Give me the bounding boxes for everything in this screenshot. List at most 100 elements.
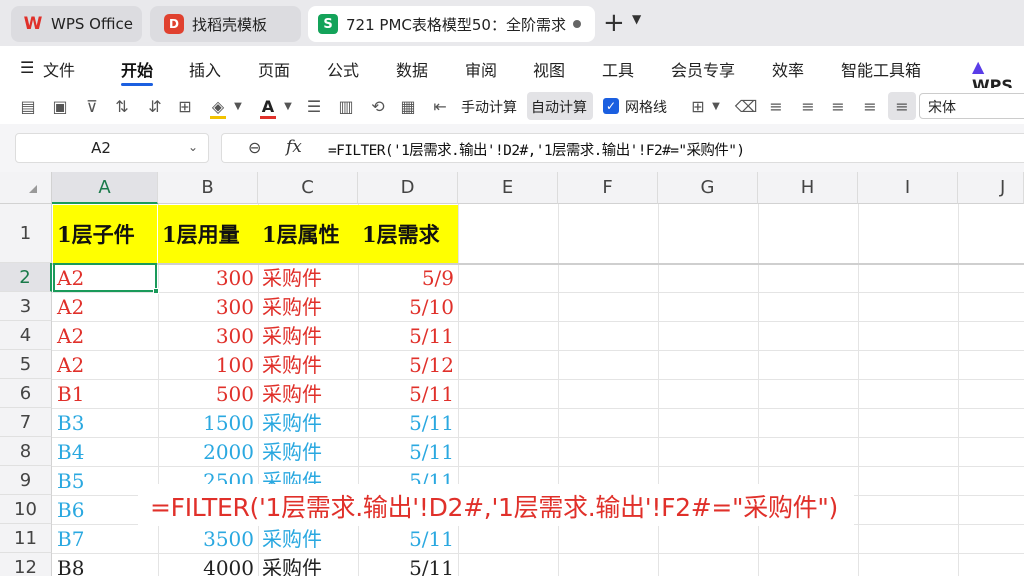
align-center-icon[interactable]: ≡ (828, 96, 848, 116)
cell-c3[interactable]: 采购件 (258, 294, 358, 321)
tab-wps-office[interactable]: W WPS Office (11, 6, 142, 42)
cell-b6[interactable]: 500 (158, 381, 258, 408)
font-color-icon[interactable]: A (258, 96, 278, 116)
menu-tools[interactable]: 工具 (602, 57, 634, 81)
cell-b2[interactable]: 300 (158, 265, 258, 292)
refresh-icon[interactable]: ⟲ (368, 96, 388, 116)
row-header-4[interactable]: 4 (0, 321, 52, 350)
cell-c6[interactable]: 采购件 (258, 381, 358, 408)
column-header-g[interactable]: G (658, 172, 758, 204)
sort-desc-icon[interactable]: ⇵ (145, 96, 165, 116)
manual-calc-button[interactable]: 手动计算 (461, 97, 517, 117)
row-header-10[interactable]: 10 (0, 495, 52, 524)
tab-active-spreadsheet[interactable]: S 721 PMC表格模型50：全阶需求计算 (308, 6, 595, 42)
menu-member[interactable]: 会员专享 (671, 57, 735, 81)
cell-d8[interactable]: 5/11 (358, 439, 458, 466)
menu-hamburger-icon[interactable]: ☰ (20, 58, 34, 77)
cell-c4[interactable]: 采购件 (258, 323, 358, 350)
columns-icon[interactable]: ▥ (336, 96, 356, 116)
cell-a11[interactable]: B7 (53, 526, 158, 553)
column-header-a[interactable]: A (52, 172, 158, 204)
row-header-7[interactable]: 7 (0, 408, 52, 437)
column-header-i[interactable]: I (858, 172, 958, 204)
column-header-c[interactable]: C (258, 172, 358, 204)
format-icon[interactable]: ☰ (304, 96, 324, 116)
row-header-8[interactable]: 8 (0, 437, 52, 466)
menu-insert[interactable]: 插入 (189, 57, 221, 81)
cell-d2[interactable]: 5/9 (358, 265, 458, 292)
menu-smart-toolbox[interactable]: 智能工具箱 (841, 57, 921, 81)
menu-page[interactable]: 页面 (258, 57, 290, 81)
row-header-11[interactable]: 11 (0, 524, 52, 553)
column-header-f[interactable]: F (558, 172, 658, 204)
cell-d11[interactable]: 5/11 (358, 526, 458, 553)
cell-d12[interactable]: 5/11 (358, 555, 458, 576)
cell-a12[interactable]: B8 (53, 555, 158, 576)
cell-d4[interactable]: 5/11 (358, 323, 458, 350)
chevron-down-icon[interactable]: ▼ (706, 96, 726, 116)
unsaved-dot-icon[interactable] (573, 20, 581, 28)
gridlines-checkbox[interactable]: ✓ (603, 98, 619, 114)
menu-view[interactable]: 视图 (533, 57, 565, 81)
cell-a5[interactable]: A2 (53, 352, 158, 379)
cell-a3[interactable]: A2 (53, 294, 158, 321)
cell-c11[interactable]: 采购件 (258, 526, 358, 553)
zoom-search-icon[interactable]: ⊖ (248, 138, 261, 157)
new-tab-plus-icon[interactable]: + (603, 8, 625, 38)
column-header-d[interactable]: D (358, 172, 458, 204)
fill-color-icon[interactable]: ◈ (208, 96, 228, 116)
borders-icon[interactable]: ⊞ (175, 96, 195, 116)
cell-b3[interactable]: 300 (158, 294, 258, 321)
fill-handle[interactable] (153, 288, 159, 294)
chevron-down-icon[interactable]: ⌄ (188, 140, 198, 154)
row-header-6[interactable]: 6 (0, 379, 52, 408)
auto-calc-button[interactable]: 自动计算 (531, 97, 587, 117)
tab-daoke-templates[interactable]: D 找稻壳模板 (150, 6, 301, 42)
column-header-b[interactable]: B (158, 172, 258, 204)
menu-home[interactable]: 开始 (121, 57, 153, 81)
menu-efficiency[interactable]: 效率 (772, 57, 804, 81)
cell-b8[interactable]: 2000 (158, 439, 258, 466)
menu-formula[interactable]: 公式 (327, 57, 359, 81)
formula-text[interactable]: =FILTER('1层需求.输出'!D2#,'1层需求.输出'!F2#="采购件… (328, 139, 745, 160)
name-box[interactable]: A2 ⌄ (15, 133, 209, 163)
table-icon[interactable]: ▦ (398, 96, 418, 116)
formula-input[interactable]: ⊖ fx =FILTER('1层需求.输出'!D2#,'1层需求.输出'!F2#… (221, 133, 1024, 163)
cell-a1[interactable]: 1层子件 (53, 205, 157, 263)
cell-b5[interactable]: 100 (158, 352, 258, 379)
row-header-12[interactable]: 12 (0, 553, 52, 576)
row-header-3[interactable]: 3 (0, 292, 52, 321)
align-left-icon[interactable]: ≡ (798, 96, 818, 116)
paste-values-icon[interactable]: ▤ (18, 96, 38, 116)
cell-b12[interactable]: 4000 (158, 555, 258, 576)
align-right-icon[interactable]: ≡ (860, 96, 880, 116)
cell-c12[interactable]: 采购件 (258, 555, 358, 576)
cell-b1[interactable]: 1层用量 (158, 205, 258, 263)
column-header-j[interactable]: J (958, 172, 1024, 204)
row-header-1[interactable]: 1 (0, 204, 52, 263)
row-header-9[interactable]: 9 (0, 466, 52, 495)
cell-c2[interactable]: 采购件 (258, 265, 358, 292)
fx-icon[interactable]: fx (286, 137, 302, 157)
font-select[interactable]: 宋体 (919, 93, 1024, 119)
freeze-panes-icon[interactable]: ⊞ (688, 96, 708, 116)
row-header-5[interactable]: 5 (0, 350, 52, 379)
cell-d5[interactable]: 5/12 (358, 352, 458, 379)
cell-d3[interactable]: 5/10 (358, 294, 458, 321)
cell-a6[interactable]: B1 (53, 381, 158, 408)
chevron-down-icon[interactable]: ▼ (632, 12, 641, 26)
chevron-down-icon[interactable]: ▼ (228, 96, 248, 116)
menu-data[interactable]: 数据 (396, 57, 428, 81)
paste-icon[interactable]: ▣ (50, 96, 70, 116)
menu-review[interactable]: 审阅 (465, 57, 497, 81)
cell-d1[interactable]: 1层需求 (358, 205, 458, 263)
select-all-corner[interactable] (0, 172, 52, 204)
cell-c5[interactable]: 采购件 (258, 352, 358, 379)
align-top-icon[interactable]: ≡ (766, 96, 786, 116)
cell-a7[interactable]: B3 (53, 410, 158, 437)
cell-d7[interactable]: 5/11 (358, 410, 458, 437)
cell-c1[interactable]: 1层属性 (258, 205, 358, 263)
cell-d6[interactable]: 5/11 (358, 381, 458, 408)
filter-icon[interactable]: ⊽ (82, 96, 102, 116)
cell-b7[interactable]: 1500 (158, 410, 258, 437)
